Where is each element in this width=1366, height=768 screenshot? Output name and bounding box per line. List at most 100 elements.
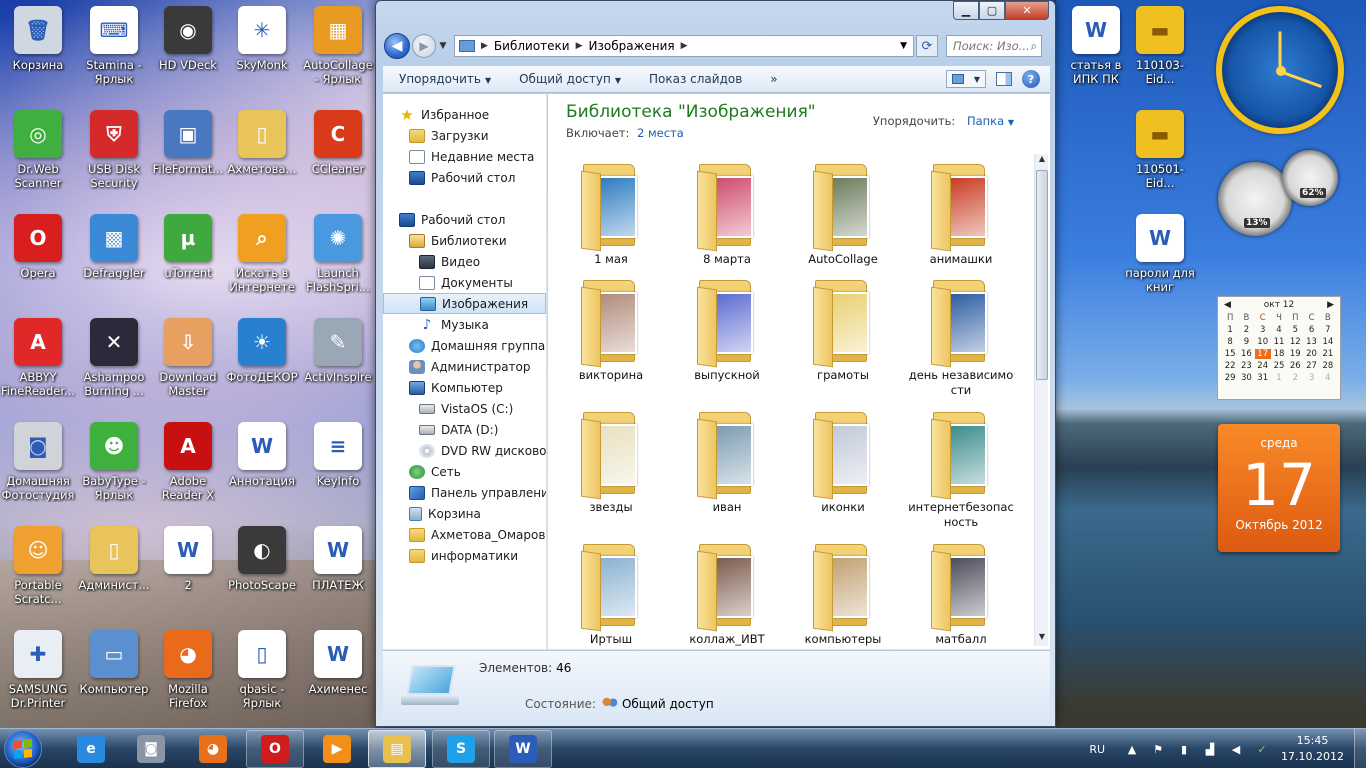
- calendar-gadget[interactable]: ◀ окт 12 ▶ П В С Ч П С В 1 2 3 4 5 6 7 8 9 10 11 12 13 14 15 1…: [1217, 296, 1341, 400]
- desktop-icon-launch-flashspr[interactable]: ✺ Launch FlashSpri...: [300, 214, 376, 310]
- desktop-icon-usb-disk-security[interactable]: ⛨ USB Disk Security: [76, 110, 152, 206]
- desktop-icon-doc-2[interactable]: W2: [150, 526, 226, 622]
- desktop-icon-hd-vdeck[interactable]: ◉ HD VDeck: [150, 6, 226, 102]
- desktop-icon-download-master[interactable]: ⇩ Download Master: [150, 318, 226, 414]
- nav-item[interactable]: Компьютер: [383, 377, 546, 398]
- nav-item[interactable]: информатики: [383, 545, 546, 566]
- calendar-day[interactable]: 2: [1238, 325, 1254, 335]
- desktop-icon-home-photostudio[interactable]: ◙ Домашняя Фотостудия: [0, 422, 76, 518]
- desktop-icon-recycle-bin[interactable]: 🗑 Корзина: [0, 6, 76, 102]
- nav-item[interactable]: VistaOS (C:): [383, 398, 546, 419]
- desktop-icon-abbyy[interactable]: A ABBYY FineReader...: [0, 318, 76, 414]
- calendar-day[interactable]: 29: [1222, 373, 1238, 383]
- desktop-icon-book-110501[interactable]: ▬ 110501-Eid...: [1122, 110, 1198, 206]
- nav-item[interactable]: Панель управления: [383, 482, 546, 503]
- ram-meter-gadget[interactable]: 62%: [1282, 150, 1338, 206]
- back-button[interactable]: ◀: [384, 33, 410, 59]
- includes-locations-link[interactable]: 2 места: [637, 126, 684, 140]
- nav-item[interactable]: Документы: [383, 272, 546, 293]
- refresh-button[interactable]: ⟳: [916, 35, 938, 57]
- more-commands-button[interactable]: »: [770, 72, 777, 86]
- desktop-icon-ccleaner[interactable]: C CCleaner: [300, 110, 376, 206]
- calendar-day[interactable]: 4: [1320, 373, 1336, 383]
- power-icon[interactable]: ▮: [1177, 742, 1191, 756]
- maximize-button[interactable]: ▢: [979, 1, 1005, 20]
- date-gadget[interactable]: среда 17 Октябрь 2012: [1218, 424, 1340, 552]
- desktop-icon-administrator[interactable]: ▯ Админист...: [76, 526, 152, 622]
- nav-item[interactable]: Домашняя группа: [383, 335, 546, 356]
- nav-item[interactable]: Библиотеки: [383, 230, 546, 251]
- slideshow-button[interactable]: Показ слайдов: [649, 72, 742, 86]
- calendar-day[interactable]: 19: [1287, 349, 1303, 359]
- breadcrumb-images[interactable]: Изображения: [589, 39, 675, 53]
- folder-item[interactable]: матбалл: [906, 538, 1016, 649]
- nav-item[interactable]: Ахметова_Омаров: [383, 524, 546, 545]
- taskbar-skype-button[interactable]: S: [432, 730, 490, 768]
- desktop-icon-paroli[interactable]: Wпароли для книг: [1122, 214, 1198, 310]
- desktop-icon-portable-scratch[interactable]: ☺ Portable Scratc...: [0, 526, 76, 622]
- calendar-prev-icon[interactable]: ◀: [1224, 300, 1231, 310]
- calendar-day[interactable]: 10: [1255, 337, 1271, 347]
- scroll-down-icon[interactable]: ▼: [1035, 632, 1049, 646]
- calendar-day[interactable]: 24: [1255, 361, 1271, 371]
- calendar-day[interactable]: 26: [1287, 361, 1303, 371]
- folder-item[interactable]: анимашки: [906, 158, 1016, 288]
- scrollbar-thumb[interactable]: [1036, 170, 1048, 380]
- calendar-day[interactable]: 5: [1287, 325, 1303, 335]
- nav-item[interactable]: ★ Избранное: [383, 104, 546, 125]
- calendar-day[interactable]: 30: [1238, 373, 1254, 383]
- folder-item[interactable]: 1 мая: [556, 158, 666, 288]
- calendar-day[interactable]: 17: [1254, 349, 1271, 359]
- folder-item[interactable]: звезды: [556, 406, 666, 536]
- calendar-day[interactable]: 7: [1320, 325, 1336, 335]
- action-center-icon[interactable]: ⚑: [1151, 742, 1165, 756]
- nav-item[interactable]: Администратор: [383, 356, 546, 377]
- desktop-icon-autocollage[interactable]: ▦ AutoCollage - Ярлык: [300, 6, 376, 102]
- folder-item[interactable]: AutoCollage: [788, 158, 898, 288]
- calendar-day[interactable]: 1: [1271, 373, 1287, 383]
- calendar-day[interactable]: 11: [1271, 337, 1287, 347]
- calendar-day[interactable]: 4: [1271, 325, 1287, 335]
- folder-item[interactable]: грамоты: [788, 274, 898, 404]
- nav-item[interactable]: Рабочий стол: [383, 167, 546, 188]
- calendar-day[interactable]: 14: [1320, 337, 1336, 347]
- desktop-icon-akhmenes[interactable]: W Ахименес: [300, 630, 376, 726]
- utorrent-tray-icon[interactable]: ✓: [1255, 742, 1269, 756]
- chevron-down-icon[interactable]: ▼: [1008, 118, 1014, 127]
- tray-clock[interactable]: 15:45 17.10.2012: [1281, 733, 1344, 765]
- address-bar[interactable]: ▶ Библиотеки ▶ Изображения ▶ ▼: [454, 35, 914, 57]
- folder-item[interactable]: выпускной: [672, 274, 782, 404]
- network-icon[interactable]: ▟: [1203, 742, 1217, 756]
- folder-item[interactable]: день независимости: [906, 274, 1016, 404]
- desktop-icon-fotodekor[interactable]: ☀ ФотоДЕКОР: [224, 318, 300, 414]
- start-button[interactable]: [4, 730, 42, 768]
- nav-item[interactable]: Рабочий стол: [383, 209, 546, 230]
- calendar-day[interactable]: 27: [1303, 361, 1319, 371]
- desktop-icon-adobe-reader[interactable]: A Adobe Reader X: [150, 422, 226, 518]
- desktop-icon-babytype[interactable]: ☻ BabyType - Ярлык: [76, 422, 152, 518]
- nav-item[interactable]: Видео: [383, 251, 546, 272]
- folder-item[interactable]: интернетбезопасность: [906, 406, 1016, 536]
- calendar-day[interactable]: 3: [1303, 373, 1319, 383]
- calendar-day[interactable]: 13: [1303, 337, 1319, 347]
- desktop-icon-opera[interactable]: O Opera: [0, 214, 76, 310]
- desktop-icon-qbasic[interactable]: ▯ qbasic - Ярлык: [224, 630, 300, 726]
- taskbar-camera-button[interactable]: ◙: [122, 730, 180, 768]
- chevron-down-icon[interactable]: ▼: [900, 41, 907, 51]
- desktop-icon-ashampoo[interactable]: ✕ Ashampoo Burning ...: [76, 318, 152, 414]
- search-input[interactable]: Поиск: Изо... ⌕: [946, 35, 1042, 57]
- nav-item[interactable]: Загрузки: [383, 125, 546, 146]
- scroll-up-icon[interactable]: ▲: [1035, 154, 1049, 168]
- folder-item[interactable]: 8 марта: [672, 158, 782, 288]
- minimize-button[interactable]: ▁: [953, 1, 979, 20]
- calendar-day[interactable]: 23: [1238, 361, 1254, 371]
- desktop-icon-stamina[interactable]: ⌨ Stamina - Ярлык: [76, 6, 152, 102]
- calendar-day[interactable]: 16: [1238, 349, 1254, 359]
- nav-item[interactable]: DVD RW дисковод: [383, 440, 546, 461]
- calendar-day[interactable]: 28: [1320, 361, 1336, 371]
- desktop-icon-samsung-printer[interactable]: ✚ SAMSUNG Dr.Printer: [0, 630, 76, 726]
- calendar-day[interactable]: 25: [1271, 361, 1287, 371]
- share-button[interactable]: Общий доступ ▼: [519, 72, 621, 86]
- calendar-day[interactable]: 31: [1255, 373, 1271, 383]
- calendar-next-icon[interactable]: ▶: [1327, 300, 1334, 310]
